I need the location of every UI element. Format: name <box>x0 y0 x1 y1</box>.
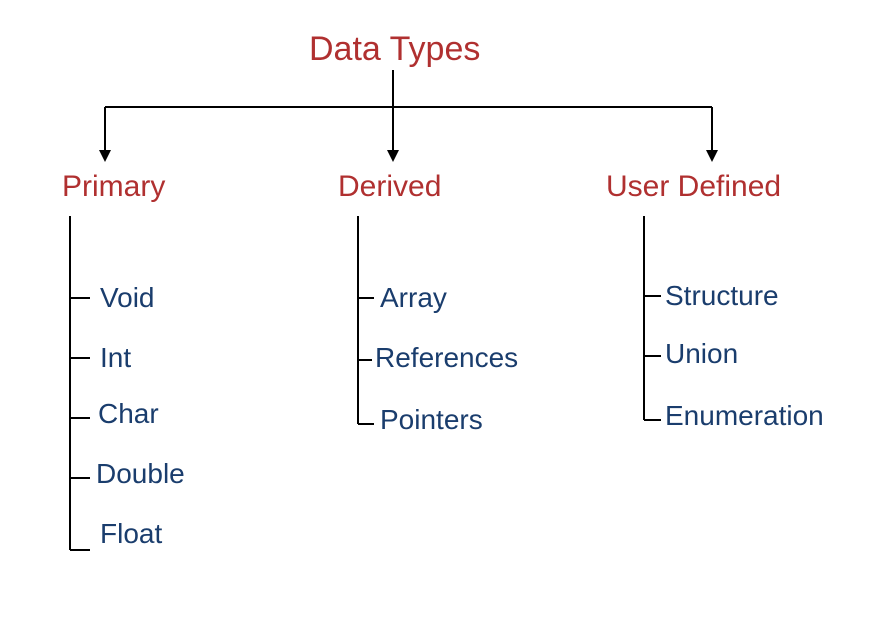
item-structure: Structure <box>665 280 779 312</box>
item-union: Union <box>665 338 738 370</box>
item-enumeration: Enumeration <box>665 400 824 432</box>
item-float: Float <box>100 518 162 550</box>
